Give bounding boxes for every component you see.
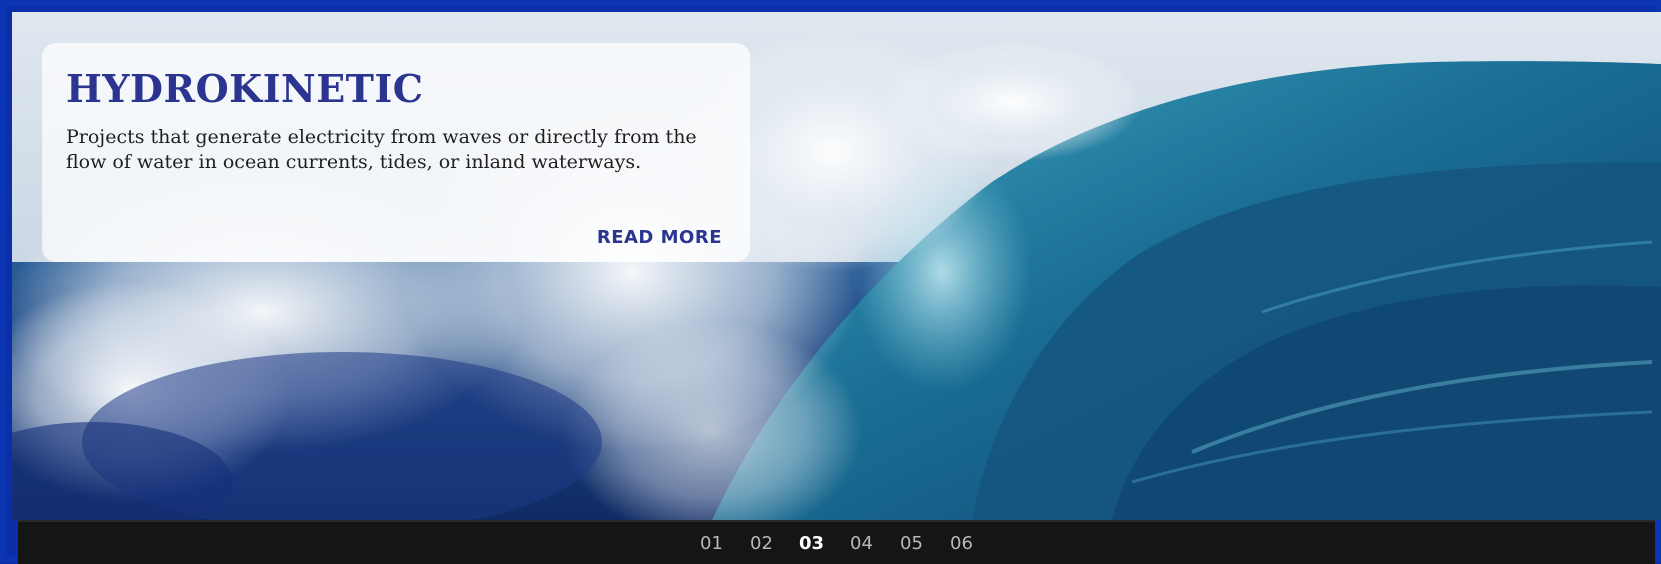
slide-description: Projects that generate electricity from … [66,126,697,173]
hero-slide: HYDROKINETIC Projects that generate elec… [12,12,1661,520]
slide-title: HYDROKINETIC [66,66,424,111]
pager-item-05[interactable]: 05 [896,533,928,554]
slider-frame: HYDROKINETIC Projects that generate elec… [0,0,1661,564]
pager-item-02[interactable]: 02 [746,533,778,554]
pager-item-03[interactable]: 03 [796,533,828,554]
pager-item-06[interactable]: 06 [946,533,978,554]
read-more-link[interactable]: READ MORE [597,227,722,248]
pager-item-04[interactable]: 04 [846,533,878,554]
pager-item-01[interactable]: 01 [696,533,728,554]
slide-pager: 01 02 03 04 05 06 [18,520,1655,564]
slide-caption: HYDROKINETIC Projects that generate elec… [42,43,750,262]
